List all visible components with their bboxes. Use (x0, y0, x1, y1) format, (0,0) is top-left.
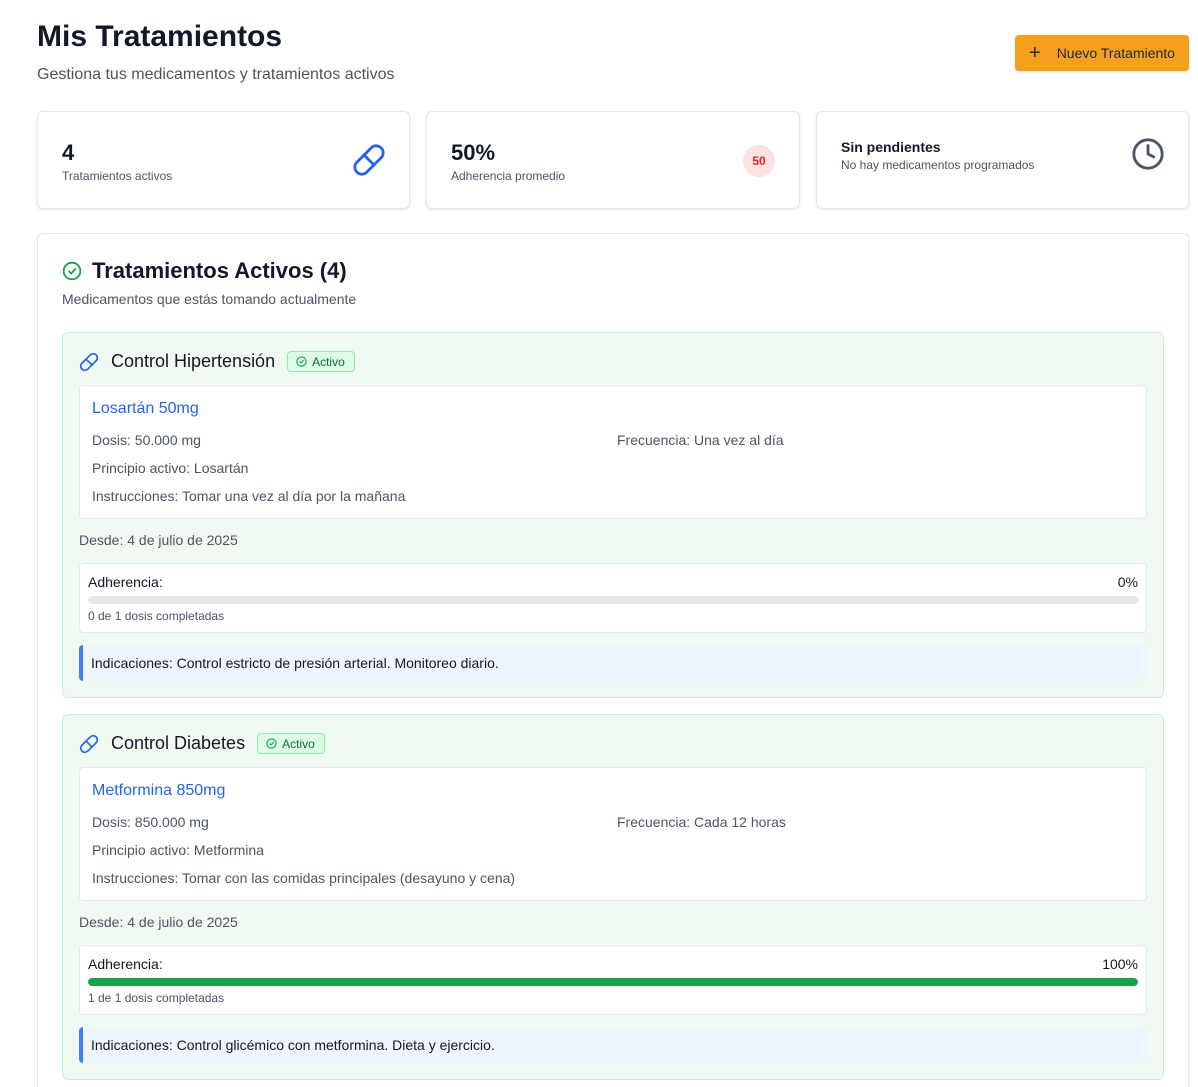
treatment-name: Control Diabetes (111, 733, 246, 753)
treatment-card[interactable]: Control Hipertensión Activo Losartán 50m… (62, 332, 1164, 698)
stat-card-active-treatments: 4 Tratamientos activos (37, 111, 410, 209)
adherence-progress-fill (88, 978, 1138, 986)
adherence-score-badge: 50 (743, 145, 775, 177)
treatment-name: Control Hipertensión (111, 351, 276, 371)
adherence-average-value: 50% (451, 140, 496, 165)
doses-completed: 1 de 1 dosis completadas (88, 991, 225, 1005)
clock-icon (1132, 138, 1164, 170)
treatment-indications: Indicaciones: Control estricto de presió… (79, 645, 1147, 681)
status-label: Activo (312, 354, 345, 369)
medication-name[interactable]: Metformina 850mg (92, 782, 225, 800)
plus-icon: + (1029, 42, 1041, 64)
adherence-label: Adherencia: (88, 574, 163, 590)
medication-active-ingredient: Principio activo: Metformina (92, 842, 264, 858)
medication-frequency: Frecuencia: Una vez al día (617, 432, 784, 448)
adherence-box: Adherencia: 100% 1 de 1 dosis completada… (79, 945, 1147, 1015)
treatment-start-date: Desde: 4 de julio de 2025 (79, 532, 238, 548)
doses-completed: 0 de 1 dosis completadas (88, 609, 225, 623)
new-treatment-label: Nuevo Tratamiento (1056, 45, 1175, 61)
treatment-indications: Indicaciones: Control glicémico con metf… (79, 1027, 1147, 1063)
check-circle-icon (266, 738, 277, 749)
adherence-label: Adherencia: (88, 956, 163, 972)
check-circle-icon (62, 261, 82, 281)
pending-title: Sin pendientes (841, 139, 941, 155)
stat-card-adherence: 50% Adherencia promedio 50 (426, 111, 800, 209)
treatment-card[interactable]: Control Diabetes Activo Metformina 850mg… (62, 714, 1164, 1080)
page-subtitle: Gestiona tus medicamentos y tratamientos… (37, 66, 395, 83)
pending-subtitle: No hay medicamentos programados (841, 158, 1035, 172)
pill-icon (79, 352, 99, 371)
page-title: Mis Tratamientos (37, 20, 283, 53)
medication-active-ingredient: Principio activo: Losartán (92, 460, 249, 476)
adherence-box: Adherencia: 0% 0 de 1 dosis completadas (79, 563, 1147, 633)
medication-instructions: Instrucciones: Tomar con las comidas pri… (92, 870, 516, 886)
medication-instructions: Instrucciones: Tomar una vez al día por … (92, 488, 406, 504)
active-treatments-section: Tratamientos Activos (4) Medicamentos qu… (37, 233, 1189, 1087)
stat-card-pending: Sin pendientes No hay medicamentos progr… (816, 111, 1189, 209)
treatment-header: Control Diabetes Activo (79, 733, 325, 754)
medication-dose: Dosis: 850.000 mg (92, 814, 209, 830)
new-treatment-button[interactable]: + Nuevo Tratamiento (1015, 35, 1189, 71)
adherence-progress-bar (88, 978, 1138, 986)
section-title: Tratamientos Activos (4) (92, 258, 347, 283)
medication-frequency: Frecuencia: Cada 12 horas (617, 814, 786, 830)
medication-box: Metformina 850mg Dosis: 850.000 mg Frecu… (79, 767, 1147, 901)
pill-icon (79, 734, 99, 753)
adherence-percent: 0% (1117, 574, 1138, 590)
status-badge: Activo (287, 351, 355, 372)
status-label: Activo (282, 736, 315, 751)
treatment-start-date: Desde: 4 de julio de 2025 (79, 914, 238, 930)
medication-dose: Dosis: 50.000 mg (92, 432, 201, 448)
section-subtitle: Medicamentos que estás tomando actualmen… (62, 291, 357, 307)
pill-icon (353, 144, 385, 176)
status-badge: Activo (257, 733, 325, 754)
active-treatments-label: Tratamientos activos (62, 169, 173, 183)
section-header: Tratamientos Activos (4) (62, 258, 347, 284)
active-treatments-count: 4 (62, 140, 75, 165)
adherence-percent: 100% (1102, 956, 1138, 972)
check-circle-icon (296, 356, 307, 367)
adherence-average-label: Adherencia promedio (451, 169, 566, 183)
medication-box: Losartán 50mg Dosis: 50.000 mg Frecuenci… (79, 385, 1147, 519)
medication-name[interactable]: Losartán 50mg (92, 400, 199, 418)
adherence-progress-bar (88, 596, 1138, 604)
treatment-header: Control Hipertensión Activo (79, 351, 355, 372)
